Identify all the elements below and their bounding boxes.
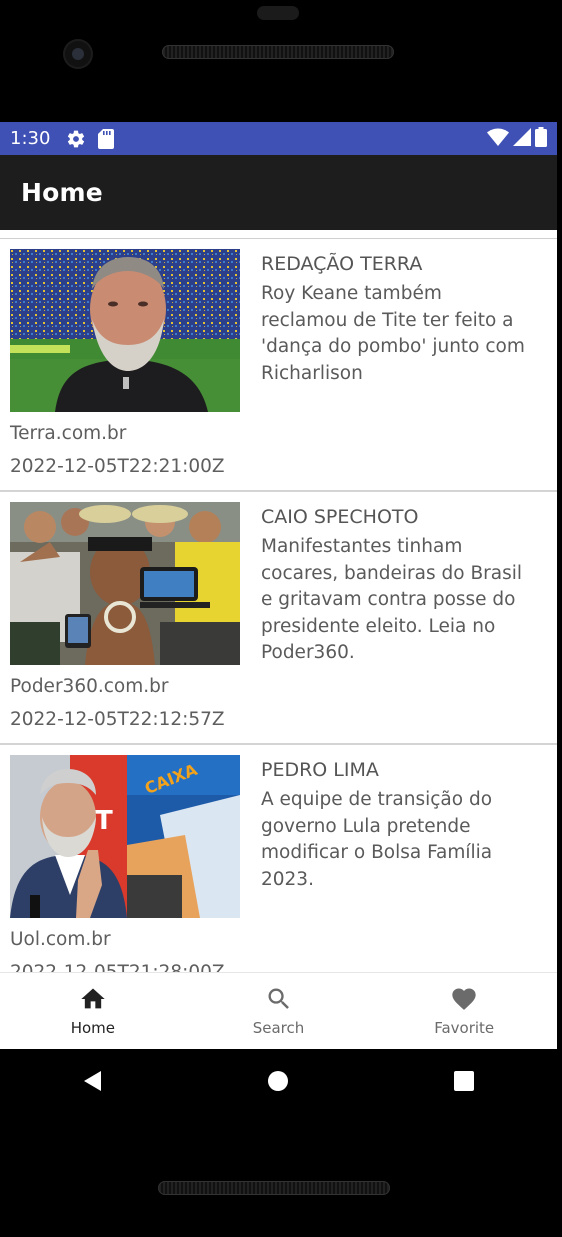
article-source: Terra.com.br bbox=[10, 423, 127, 444]
bottom-navigation: Home Search Favorite bbox=[0, 972, 557, 1049]
article-description: Roy Keane também reclamou de Tite ter fe… bbox=[261, 283, 525, 384]
app-bar: Home bbox=[0, 155, 557, 230]
article-date: 2022-12-05T22:12:57Z bbox=[10, 709, 225, 730]
news-feed-list[interactable]: REDAÇÃO TERRA Roy Keane também reclamou … bbox=[0, 230, 557, 972]
settings-icon bbox=[66, 129, 86, 149]
nav-label-home: Home bbox=[70, 1019, 115, 1037]
battery-icon bbox=[535, 126, 547, 151]
back-icon[interactable] bbox=[73, 1061, 113, 1101]
page-title: Home bbox=[21, 178, 103, 207]
home-circle-icon[interactable] bbox=[258, 1061, 298, 1101]
device-screen: 1:30 Home REDAÇÃO TERRA Roy Keane também… bbox=[0, 122, 557, 1049]
article-image bbox=[10, 249, 240, 412]
heart-icon bbox=[449, 985, 479, 1017]
recents-icon[interactable] bbox=[444, 1061, 484, 1101]
search-icon bbox=[265, 985, 293, 1017]
nav-item-favorite[interactable]: Favorite bbox=[371, 973, 557, 1049]
article-source: Poder360.com.br bbox=[10, 676, 169, 697]
status-right-icons bbox=[487, 126, 547, 151]
article-author: PEDRO LIMA bbox=[261, 759, 379, 781]
article-image: PT CAIXA bbox=[10, 755, 240, 918]
front-camera bbox=[65, 41, 91, 67]
article-image bbox=[10, 502, 240, 665]
bottom-speaker bbox=[158, 1181, 390, 1195]
article-author: REDAÇÃO TERRA bbox=[261, 253, 423, 275]
article-description: Manifestantes tinham cocares, bandeiras … bbox=[261, 536, 523, 663]
phone-notch bbox=[257, 6, 299, 20]
signal-icon bbox=[513, 127, 531, 150]
earpiece-speaker bbox=[162, 45, 394, 59]
nav-item-home[interactable]: Home bbox=[0, 973, 186, 1049]
article-date: 2022-12-05T21:28:00Z bbox=[10, 962, 225, 972]
wifi-icon bbox=[487, 128, 509, 150]
news-card[interactable]: CAIO SPECHOTO Manifestantes tinham cocar… bbox=[0, 492, 557, 745]
sd-card-icon bbox=[98, 128, 115, 149]
article-source: Uol.com.br bbox=[10, 929, 111, 950]
article-author: CAIO SPECHOTO bbox=[261, 506, 419, 528]
news-card[interactable]: REDAÇÃO TERRA Roy Keane também reclamou … bbox=[0, 239, 557, 492]
status-time: 1:30 bbox=[10, 128, 51, 149]
news-card[interactable]: PT CAIXA PEDRO LIMA A equipe d bbox=[0, 745, 557, 972]
system-navigation-bar bbox=[0, 1049, 557, 1113]
article-date: 2022-12-05T22:21:00Z bbox=[10, 456, 225, 477]
nav-item-search[interactable]: Search bbox=[186, 973, 372, 1049]
nav-label-search: Search bbox=[252, 1019, 305, 1037]
article-description: A equipe de transição do governo Lula pr… bbox=[261, 789, 493, 890]
status-bar: 1:30 bbox=[0, 122, 557, 155]
list-divider bbox=[0, 230, 557, 239]
home-icon bbox=[79, 985, 107, 1017]
nav-label-favorite: Favorite bbox=[434, 1019, 495, 1037]
